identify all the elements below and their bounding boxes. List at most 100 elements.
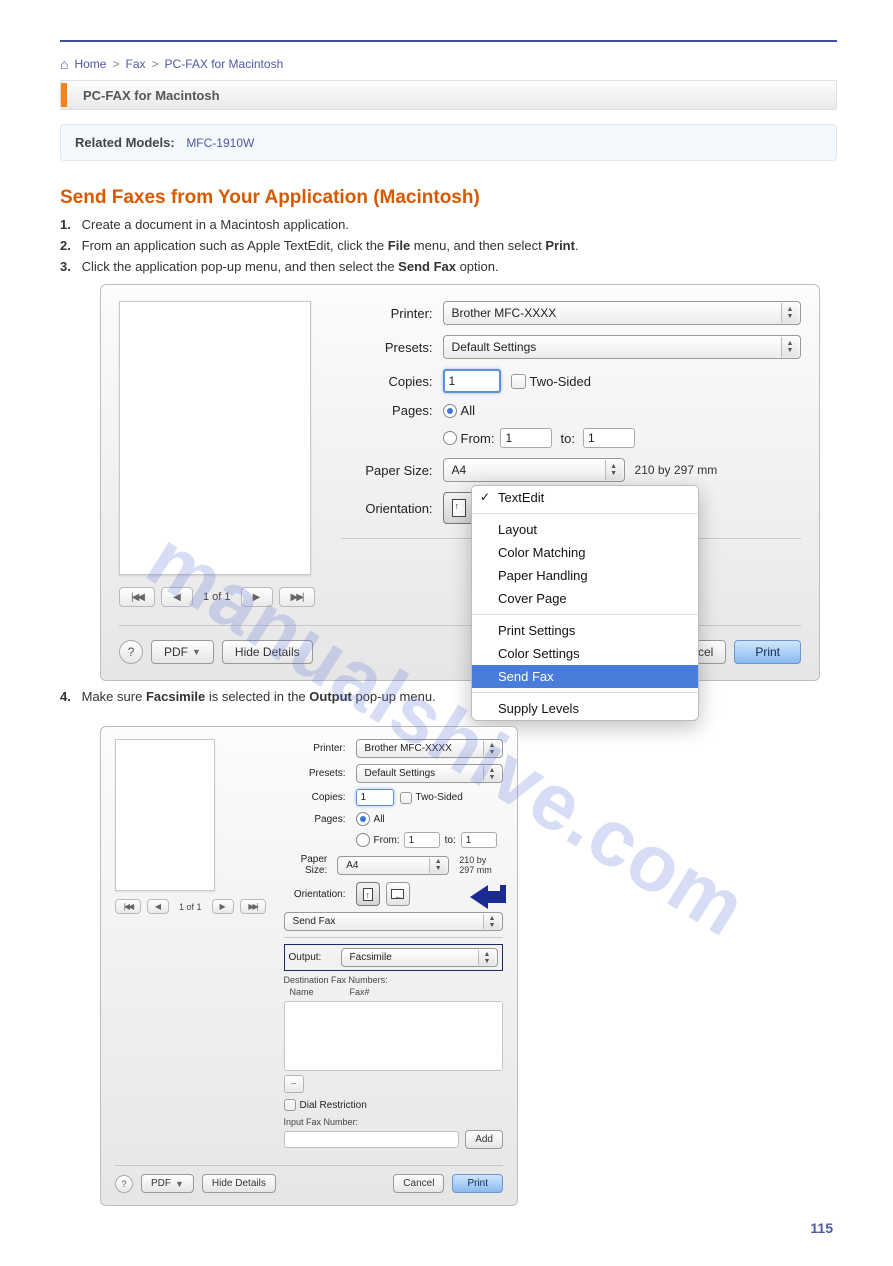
printer-value: Brother MFC-XXXX xyxy=(365,743,452,754)
from-input[interactable]: 1 xyxy=(404,832,440,848)
pages-all-radio[interactable] xyxy=(443,404,457,418)
hide-details-button[interactable]: Hide Details xyxy=(222,640,313,664)
menu-item-layout[interactable]: Layout xyxy=(472,518,698,541)
menu-divider xyxy=(472,692,698,693)
help-button[interactable]: ? xyxy=(119,640,143,664)
copies-label: Copies: xyxy=(284,792,346,803)
pdf-button[interactable]: PDF▼ xyxy=(141,1174,194,1193)
to-input[interactable]: 1 xyxy=(461,832,497,848)
paper-size-select[interactable]: A4 ▲▼ xyxy=(443,458,625,482)
presets-select[interactable]: Default Settings ▲▼ xyxy=(443,335,801,359)
step-2-c: menu, and then select xyxy=(410,238,545,253)
panel-dropdown-menu[interactable]: TextEdit Layout Color Matching Paper Han… xyxy=(471,485,699,721)
paper-size-select[interactable]: A4 ▲▼ xyxy=(337,856,449,875)
crumb-1[interactable]: Fax xyxy=(126,57,146,71)
select-arrows-icon: ▲▼ xyxy=(483,766,500,781)
two-sided-checkbox[interactable] xyxy=(511,374,526,389)
col-fax: Fax# xyxy=(350,987,370,997)
presets-select[interactable]: Default Settings ▲▼ xyxy=(356,764,503,783)
crumb-0[interactable]: Home xyxy=(74,57,106,71)
pages-label: Pages: xyxy=(341,403,433,418)
step-4-e: pop-up menu. xyxy=(352,689,436,704)
orientation-portrait-button[interactable] xyxy=(443,492,475,524)
menu-item-send-fax[interactable]: Send Fax xyxy=(472,665,698,688)
print-button[interactable]: Print xyxy=(734,640,801,664)
paper-size-label: Paper Size: xyxy=(284,854,328,876)
first-page-button[interactable]: |◀◀ xyxy=(115,899,141,914)
help-button[interactable]: ? xyxy=(115,1175,133,1193)
pdf-button[interactable]: PDF▼ xyxy=(151,640,214,664)
prev-page-button[interactable]: ◀ xyxy=(161,587,193,607)
menu-item-paper-handling[interactable]: Paper Handling xyxy=(472,564,698,587)
orientation-label: Orientation: xyxy=(341,501,433,516)
copies-label: Copies: xyxy=(341,374,433,389)
select-arrows-icon: ▲▼ xyxy=(429,858,446,873)
first-page-button[interactable]: |◀◀ xyxy=(119,587,155,607)
printer-label: Printer: xyxy=(284,743,346,754)
menu-item-print-settings[interactable]: Print Settings xyxy=(472,619,698,642)
panel-value: Send Fax xyxy=(293,916,336,927)
last-page-button[interactable]: ▶▶| xyxy=(240,899,266,914)
portrait-icon xyxy=(452,499,466,517)
dest-list[interactable] xyxy=(284,1001,503,1071)
step-1: 1. Create a document in a Macintosh appl… xyxy=(60,217,837,232)
accent-stripe xyxy=(61,83,67,107)
last-page-button[interactable]: ▶▶| xyxy=(279,587,315,607)
pager-text: 1 of 1 xyxy=(179,902,202,912)
step-2-b: File xyxy=(388,238,410,253)
menu-item-color-matching[interactable]: Color Matching xyxy=(472,541,698,564)
from-input[interactable]: 1 xyxy=(500,428,552,448)
col-name: Name xyxy=(290,987,350,997)
select-arrows-icon: ▲▼ xyxy=(478,950,495,965)
section-title: PC-FAX for Macintosh xyxy=(79,88,220,103)
hide-details-button[interactable]: Hide Details xyxy=(202,1174,276,1193)
orientation-landscape-button[interactable] xyxy=(386,882,410,906)
copies-input[interactable]: 1 xyxy=(443,369,501,393)
add-button[interactable]: Add xyxy=(465,1130,503,1149)
presets-label: Presets: xyxy=(284,768,346,779)
top-rule xyxy=(60,40,837,42)
output-value: Facsimile xyxy=(350,952,392,963)
preview-pager: |◀◀ ◀ 1 of 1 ▶ ▶▶| xyxy=(115,899,266,914)
menu-item-cover-page[interactable]: Cover Page xyxy=(472,587,698,610)
dial-restriction-checkbox[interactable] xyxy=(284,1099,296,1111)
menu-item-textedit[interactable]: TextEdit xyxy=(472,486,698,509)
pages-range-radio[interactable] xyxy=(443,431,457,445)
print-button[interactable]: Print xyxy=(452,1174,503,1193)
presets-label: Presets: xyxy=(341,340,433,355)
step-2-a: From an application such as Apple TextEd… xyxy=(82,238,388,253)
next-page-button[interactable]: ▶ xyxy=(241,587,273,607)
from-label: From: xyxy=(461,431,495,446)
pdf-label: PDF xyxy=(151,1178,171,1189)
select-arrows-icon: ▲▼ xyxy=(781,303,798,323)
pages-all-radio[interactable] xyxy=(356,812,370,826)
home-icon[interactable]: ⌂ xyxy=(60,56,68,72)
output-select[interactable]: Facsimile ▲▼ xyxy=(341,948,498,967)
step-2-d: Print xyxy=(545,238,575,253)
menu-item-supply-levels[interactable]: Supply Levels xyxy=(472,697,698,720)
to-input[interactable]: 1 xyxy=(583,428,635,448)
pages-range-radio[interactable] xyxy=(356,833,370,847)
landscape-icon xyxy=(391,889,404,899)
orientation-portrait-button[interactable] xyxy=(356,882,380,906)
next-page-button[interactable]: ▶ xyxy=(212,899,234,914)
two-sided-checkbox[interactable] xyxy=(400,792,412,804)
remove-dest-button[interactable]: − xyxy=(284,1075,304,1093)
page-number: 115 xyxy=(810,1220,833,1236)
pages-all-label: All xyxy=(374,814,385,825)
crumb-sep: > xyxy=(112,57,119,71)
menu-item-color-settings[interactable]: Color Settings xyxy=(472,642,698,665)
fax-number-input[interactable] xyxy=(284,1131,460,1148)
copies-input[interactable]: 1 xyxy=(356,789,394,806)
from-label: From: xyxy=(374,835,400,846)
crumb-2[interactable]: PC-FAX for Macintosh xyxy=(165,57,284,71)
prev-page-button[interactable]: ◀ xyxy=(147,899,169,914)
to-label: to: xyxy=(560,431,574,446)
panel-select[interactable]: Send Fax ▲▼ xyxy=(284,912,503,931)
presets-value: Default Settings xyxy=(365,768,436,779)
printer-label: Printer: xyxy=(341,306,433,321)
portrait-icon xyxy=(363,888,373,901)
printer-select[interactable]: Brother MFC-XXXX ▲▼ xyxy=(443,301,801,325)
printer-select[interactable]: Brother MFC-XXXX ▲▼ xyxy=(356,739,503,758)
cancel-button[interactable]: Cancel xyxy=(393,1174,444,1193)
